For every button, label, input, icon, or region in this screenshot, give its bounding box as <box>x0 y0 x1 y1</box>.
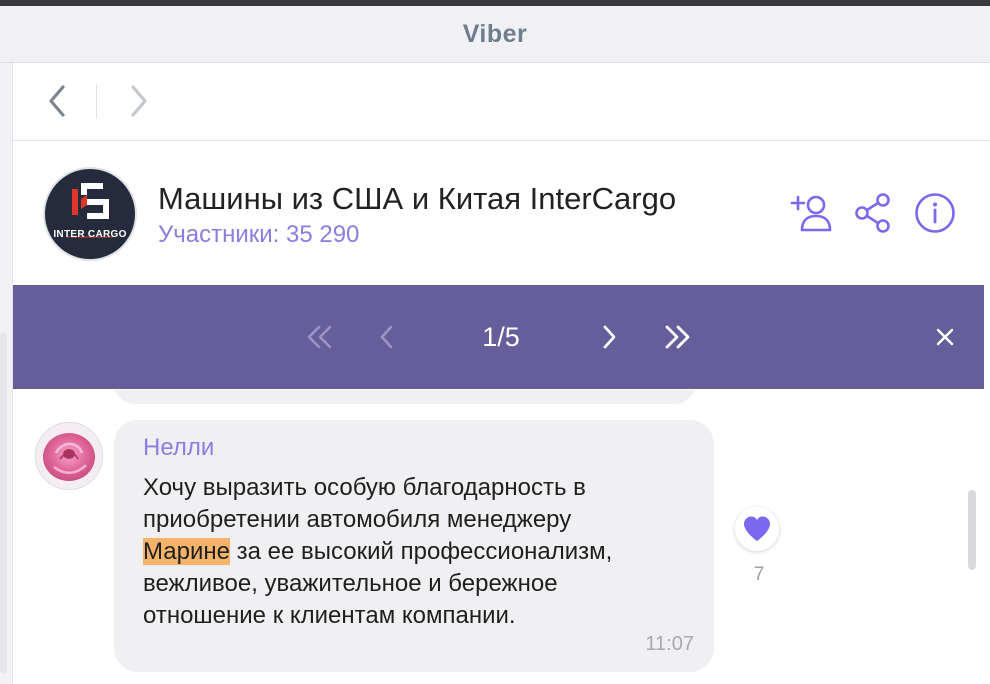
forward-button[interactable] <box>119 81 159 121</box>
app-title: Viber <box>462 19 528 48</box>
heart-icon <box>744 516 770 541</box>
rose-avatar-icon <box>36 423 102 489</box>
message-line-rest: за ее высокий профессионализм, <box>236 538 613 565</box>
intercargo-logo-icon <box>67 183 113 238</box>
search-result-counter: 1/5 <box>482 322 520 352</box>
close-search-button[interactable] <box>927 319 963 355</box>
last-result-icon <box>665 325 690 349</box>
share-icon <box>855 193 890 233</box>
back-button[interactable] <box>37 81 77 121</box>
next-result-button[interactable] <box>591 319 627 355</box>
chat-title[interactable]: Машины из США и Китая InterCargo <box>158 181 676 217</box>
chevron-left-icon <box>49 85 65 117</box>
chat-header: INTER CARGO Машины из США и Китая InterC… <box>13 141 990 284</box>
chat-list-pane-edge <box>0 63 13 684</box>
last-result-button[interactable] <box>659 319 695 355</box>
message-list: Нелли Хочу выразить особую благодарность… <box>13 390 990 684</box>
chat-list-scrollbar[interactable] <box>0 333 7 673</box>
message-line: Марине за ее высокий профессионализм, <box>143 536 703 568</box>
chevron-right-icon <box>131 85 147 117</box>
message-time: 11:07 <box>645 633 694 655</box>
nav-divider <box>96 85 97 118</box>
close-icon <box>936 328 954 346</box>
info-icon <box>915 193 955 233</box>
reaction-button[interactable] <box>735 507 779 551</box>
message-line: приобретении автомобиля менеджеру <box>143 506 572 533</box>
sender-name[interactable]: Нелли <box>143 434 214 462</box>
logo-text: INTER CARGO <box>53 229 127 240</box>
next-result-icon <box>603 325 616 349</box>
search-highlight: Марине <box>143 538 230 565</box>
message-text: Хочу выразить особую благодарность в при… <box>143 472 703 632</box>
search-results-bar: 1/5 <box>13 285 984 389</box>
window-titlebar: Viber <box>0 6 990 63</box>
chat-panel: INTER CARGO Машины из США и Китая InterC… <box>13 63 990 684</box>
info-button[interactable] <box>911 189 959 237</box>
participants-count[interactable]: Участники: 35 290 <box>158 221 359 249</box>
community-avatar[interactable]: INTER CARGO <box>43 167 137 261</box>
first-result-icon <box>307 325 332 349</box>
add-participant-button[interactable] <box>787 189 835 237</box>
messages-scrollbar[interactable] <box>968 490 976 570</box>
message-line: Хочу выразить особую благодарность в <box>143 474 586 501</box>
message-line: отношение к клиентам компании. <box>143 602 516 629</box>
previous-result-icon <box>380 325 393 349</box>
sender-avatar[interactable] <box>35 422 103 490</box>
share-button[interactable] <box>849 189 897 237</box>
reaction-count: 7 <box>753 564 765 585</box>
previous-result-button[interactable] <box>369 319 405 355</box>
message-bubble[interactable]: Нелли Хочу выразить особую благодарность… <box>114 420 714 672</box>
first-result-button[interactable] <box>302 319 338 355</box>
add-participant-icon <box>790 195 832 232</box>
navigation-bar <box>13 63 990 141</box>
previous-message-bubble[interactable] <box>113 390 696 404</box>
message-line: вежливое, уважительное и бережное <box>143 570 558 597</box>
